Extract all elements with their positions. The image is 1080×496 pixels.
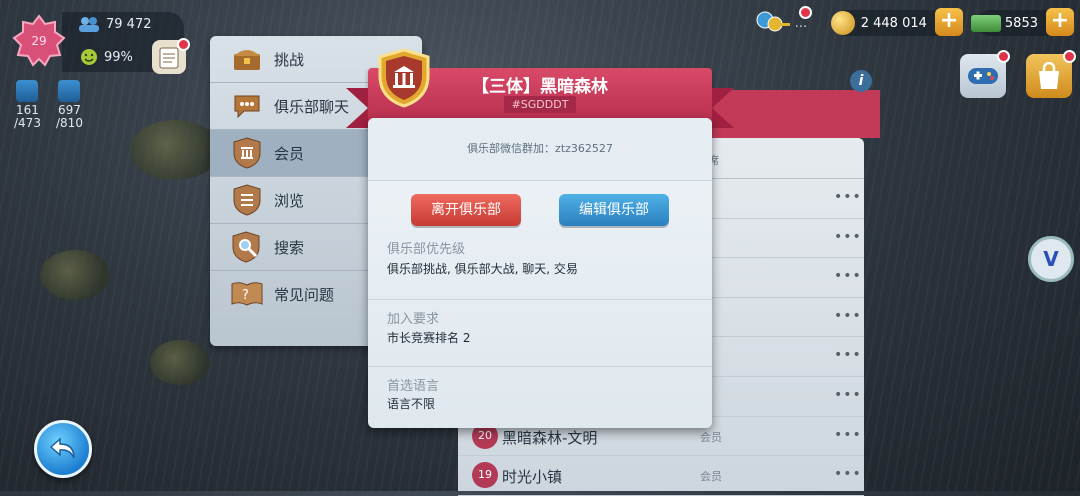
resource-bar: ... 2 448 014 + 5853 + xyxy=(755,6,1074,38)
club-emblem-icon xyxy=(378,48,430,108)
keys-counter[interactable]: ... xyxy=(755,6,813,38)
happiness-row: 99% xyxy=(80,48,133,66)
join-requirement-section: 加入要求 市长竞赛排名 2 xyxy=(368,299,712,366)
club-shield-icon xyxy=(230,136,264,170)
shop-button[interactable] xyxy=(1026,50,1076,98)
add-simoleons-button[interactable]: + xyxy=(934,8,963,36)
member-role: 会员 xyxy=(700,430,722,444)
priority-heading: 俱乐部优先级 xyxy=(387,242,466,257)
island xyxy=(40,250,110,300)
more-options-icon[interactable]: ••• xyxy=(834,347,862,363)
simcash-bill-icon xyxy=(970,15,1001,32)
island xyxy=(130,120,220,180)
simoleons-counter[interactable]: 2 448 014 + xyxy=(830,8,963,36)
side-item-label: 会员 xyxy=(274,144,305,163)
more-options-icon[interactable]: ••• xyxy=(834,189,862,205)
browse-shield-icon xyxy=(230,183,264,217)
back-arrow-icon xyxy=(49,437,75,459)
notification-dot xyxy=(1063,50,1076,63)
water-tank-icon xyxy=(16,80,39,102)
storage-capacity: /810 xyxy=(56,116,83,130)
more-options-icon[interactable]: ••• xyxy=(834,466,862,482)
more-options-icon[interactable]: ••• xyxy=(834,229,862,245)
priority-value: 俱乐部挑战, 俱乐部大战, 聊天, 交易 xyxy=(387,262,578,276)
info-button[interactable]: i xyxy=(850,70,872,92)
language-section: 首选语言 语言不限 xyxy=(368,366,712,428)
gamepad-icon xyxy=(968,68,998,84)
notification-dot xyxy=(177,38,190,51)
key-icon xyxy=(756,11,790,32)
happiness-value: 99% xyxy=(104,49,133,65)
faq-book-icon: ? xyxy=(230,277,264,311)
population-value: 79 472 xyxy=(106,16,152,32)
level-badge[interactable]: 29 xyxy=(12,14,66,68)
rank-badge: 19 xyxy=(472,462,498,489)
member-name: 黑暗森林-文明 xyxy=(502,428,598,447)
player-level: 29 xyxy=(31,34,47,48)
vu-button[interactable]: V xyxy=(1028,236,1074,282)
storage-capacity: /473 xyxy=(14,116,41,130)
population-row: 79 472 xyxy=(78,16,152,32)
side-item-label: 挑战 xyxy=(274,50,305,69)
storage-box-icon xyxy=(58,80,81,102)
edit-club-button[interactable]: 编辑俱乐部 xyxy=(559,194,669,226)
svg-text:?: ? xyxy=(242,288,249,303)
storage-counter[interactable]: 161 /473 xyxy=(14,80,41,130)
more-options-icon[interactable]: ••• xyxy=(834,427,862,443)
join-heading: 加入要求 xyxy=(387,312,440,327)
dialog-actions: 离开俱乐部 编辑俱乐部 xyxy=(368,194,712,226)
more-options-icon[interactable]: ••• xyxy=(834,268,862,284)
leave-club-button[interactable]: 离开俱乐部 xyxy=(411,194,521,226)
back-button[interactable] xyxy=(34,420,92,478)
notification-dot xyxy=(798,6,812,19)
people-icon xyxy=(79,17,99,32)
club-description: 俱乐部微信群加：ztz362527 xyxy=(368,118,712,181)
club-tag: #SGDDDT xyxy=(504,96,576,113)
storage-counter[interactable]: 697 /810 xyxy=(56,80,83,130)
join-value: 市长竞赛排名 2 xyxy=(387,331,471,345)
island xyxy=(150,340,210,385)
side-item-label: 俱乐部聊天 xyxy=(274,97,350,116)
simcash-value: 5853 xyxy=(1004,15,1038,31)
more-options-icon[interactable]: ••• xyxy=(834,308,862,324)
add-simcash-button[interactable]: + xyxy=(1046,8,1074,36)
priority-section: 俱乐部优先级 俱乐部挑战, 俱乐部大战, 聊天, 交易 xyxy=(368,230,712,300)
notification-dot xyxy=(997,50,1010,63)
simcash-counter[interactable]: 5853 + xyxy=(970,8,1074,36)
clipboard-icon xyxy=(159,47,179,69)
club-info-dialog: 俱乐部微信群加：ztz362527 离开俱乐部 编辑俱乐部 俱乐部优先级 俱乐部… xyxy=(368,118,712,428)
simoleons-value: 2 448 014 xyxy=(860,15,927,31)
language-heading: 首选语言 xyxy=(387,379,440,394)
magnifier-icon xyxy=(230,230,264,264)
vu-logo-icon: V xyxy=(1043,247,1059,271)
member-name: 时光小镇 xyxy=(502,468,563,487)
member-role: 会员 xyxy=(700,470,722,484)
table-row[interactable]: 19 时光小镇 会员 ••• xyxy=(458,456,864,496)
info-icon: i xyxy=(858,73,864,89)
language-value: 语言不限 xyxy=(387,397,436,411)
quest-log-button[interactable] xyxy=(152,38,190,74)
shopping-bag-icon xyxy=(1039,62,1059,89)
smiley-icon xyxy=(81,49,97,65)
more-options-icon[interactable]: ••• xyxy=(834,387,862,403)
side-item-label: 搜索 xyxy=(274,238,305,257)
chat-bubble-icon xyxy=(230,89,264,123)
simoleon-coin-icon xyxy=(830,11,855,35)
chest-icon xyxy=(230,42,264,76)
games-button[interactable] xyxy=(960,50,1010,98)
side-item-label: 常见问题 xyxy=(274,285,335,304)
side-item-label: 浏览 xyxy=(274,191,305,210)
